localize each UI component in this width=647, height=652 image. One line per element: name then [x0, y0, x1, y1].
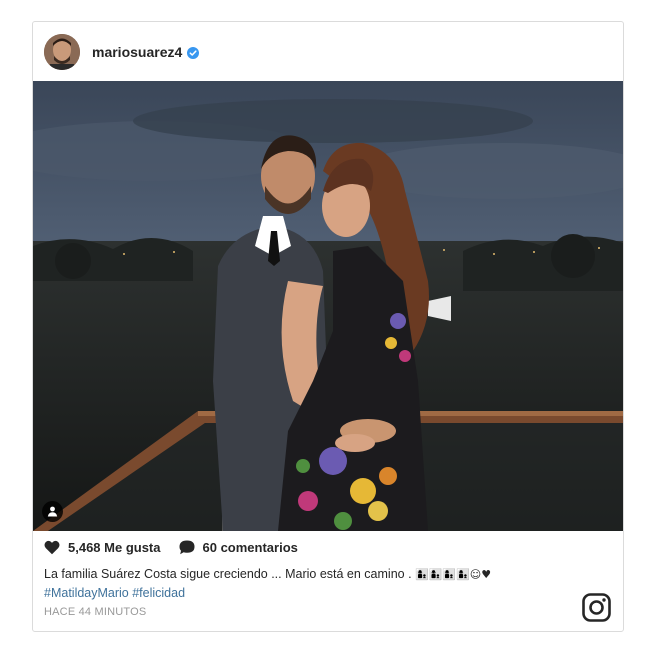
user-tag-icon[interactable] — [42, 501, 63, 522]
caption-hashtags[interactable]: #MatildayMario #felicidad — [44, 586, 185, 600]
caption-text: La familia Suárez Costa sigue creciendo … — [44, 567, 416, 581]
username-link[interactable]: mariosuarez4 — [92, 44, 182, 60]
post-timestamp[interactable]: HACE 44 MINUTOS — [44, 606, 146, 618]
instagram-logo-icon[interactable] — [582, 593, 611, 622]
caption-emojis: 👩‍👦👩‍👦👩‍👦👩‍👦☺♥ — [415, 568, 492, 581]
comments-stat[interactable]: 60 comentarios — [179, 540, 298, 555]
comments-count: 60 comentarios — [202, 540, 298, 555]
likes-stat[interactable]: 5,468 Me gusta — [44, 540, 161, 555]
profile-avatar[interactable] — [44, 33, 80, 70]
post-header: mariosuarez4 — [33, 22, 623, 81]
comment-bubble-icon[interactable] — [179, 540, 195, 555]
heart-icon[interactable] — [44, 540, 60, 555]
post-caption: La familia Suárez Costa sigue creciendo … — [44, 565, 584, 603]
instagram-post-card: mariosuarez4 5,468 Me gusta 60 comentari… — [32, 21, 624, 632]
post-photo[interactable] — [33, 81, 623, 531]
verified-badge-icon — [187, 46, 200, 59]
engagement-stats: 5,468 Me gusta 60 comentarios — [44, 540, 298, 555]
likes-count: 5,468 Me gusta — [68, 540, 161, 555]
